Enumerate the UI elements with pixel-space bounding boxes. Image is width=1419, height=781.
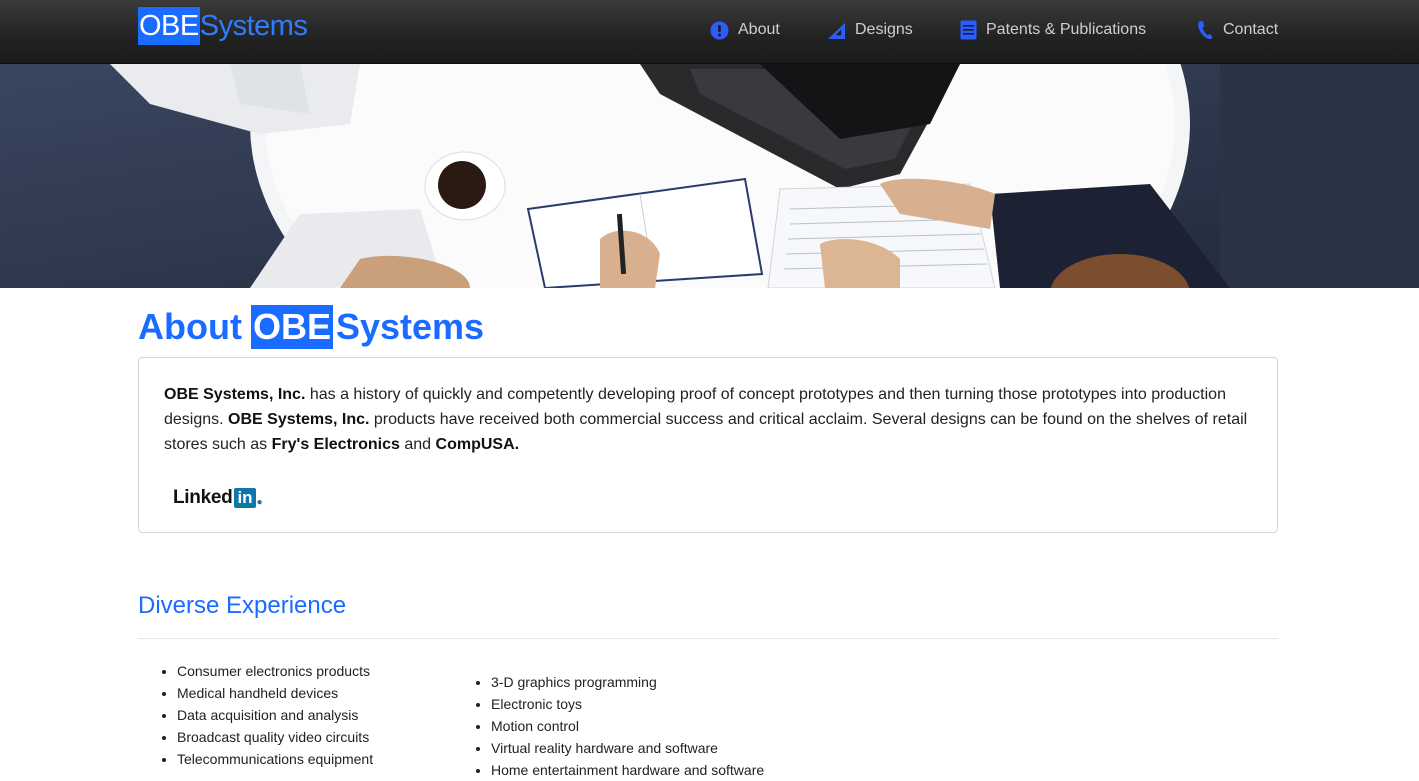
- about-heading: About OBE Systems: [138, 303, 484, 351]
- brand-obe: OBE: [138, 7, 200, 45]
- linkedin-dot-icon: ●: [256, 496, 263, 508]
- list-item: Telecommunications equipment: [177, 748, 373, 770]
- company-name-2: OBE Systems, Inc.: [228, 411, 370, 428]
- linkedin-link[interactable]: Linked in ●: [173, 486, 263, 510]
- hero-office-image: [0, 64, 1419, 288]
- list-item: Virtual reality hardware and software: [491, 737, 764, 759]
- linkedin-in-badge: in: [234, 488, 256, 508]
- nav-about-label: About: [738, 21, 780, 38]
- list-item: Broadcast quality video circuits: [177, 726, 373, 748]
- section-divider: [138, 638, 1278, 639]
- nav-designs[interactable]: Designs: [827, 18, 913, 42]
- experience-heading: Diverse Experience: [138, 592, 347, 619]
- triangle-ruler-icon: [827, 21, 846, 40]
- about-card: OBE Systems, Inc. has a history of quick…: [138, 357, 1278, 533]
- about-paragraph: OBE Systems, Inc. has a history of quick…: [164, 382, 1259, 457]
- nav-contact-label: Contact: [1223, 21, 1279, 38]
- company-name: OBE Systems, Inc.: [164, 386, 306, 403]
- nav-about[interactable]: About: [710, 18, 780, 42]
- document-icon: [960, 20, 977, 40]
- about-title-prefix: About: [138, 306, 242, 347]
- store-frys: Fry's Electronics: [271, 436, 400, 453]
- nav-patents[interactable]: Patents & Publications: [960, 18, 1146, 42]
- nav-contact[interactable]: Contact: [1197, 18, 1278, 42]
- nav-designs-label: Designs: [855, 21, 913, 38]
- info-circle-icon: [710, 20, 729, 40]
- list-item: Home entertainment hardware and software: [491, 759, 764, 781]
- nav-patents-label: Patents & Publications: [986, 21, 1147, 38]
- about-and: and: [399, 436, 436, 453]
- phone-icon: [1197, 20, 1214, 40]
- linkedin-text: Linked: [173, 487, 233, 508]
- navbar: OBE Systems About Designs Patents & Publi…: [0, 0, 1419, 64]
- list-item: Motion control: [491, 715, 764, 737]
- experience-list-right: 3-D graphics programming Electronic toys…: [452, 671, 764, 781]
- list-item: Data acquisition and analysis: [177, 704, 373, 726]
- about-title-obe: OBE: [250, 305, 333, 349]
- brand-systems: Systems: [199, 10, 308, 42]
- experience-list-left: Consumer electronics products Medical ha…: [138, 660, 373, 770]
- about-title-systems: Systems: [335, 306, 485, 347]
- store-compusa: CompUSA.: [435, 436, 520, 453]
- list-item: Electronic toys: [491, 693, 764, 715]
- list-item: Consumer electronics products: [177, 660, 373, 682]
- list-item: 3-D graphics programming: [491, 671, 764, 693]
- brand-logo[interactable]: OBE Systems: [138, 7, 308, 45]
- list-item: Medical handheld devices: [177, 682, 373, 704]
